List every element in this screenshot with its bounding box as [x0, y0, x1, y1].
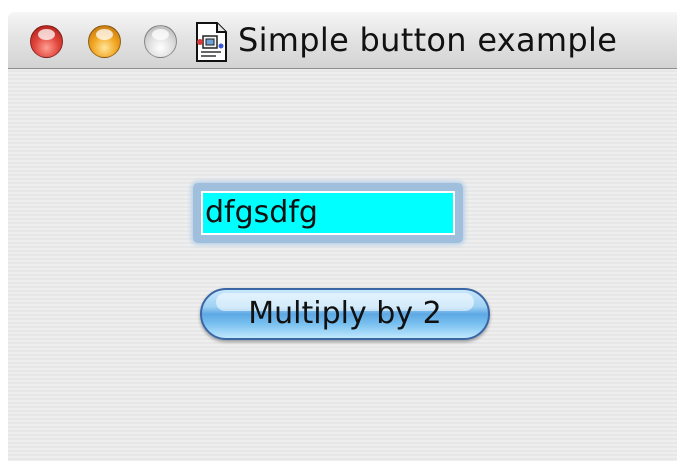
- minimize-button[interactable]: [88, 25, 121, 58]
- title-bar[interactable]: Simple button example: [8, 12, 677, 69]
- button-label: Multiply by 2: [248, 296, 442, 331]
- zoom-button[interactable]: [144, 25, 177, 58]
- document-icon: [196, 22, 227, 62]
- window-title: Simple button example: [238, 21, 618, 59]
- text-input[interactable]: dfgsdfg: [201, 191, 455, 235]
- app-window: Simple button example dfgsdfg Multiply b…: [8, 12, 677, 461]
- close-button[interactable]: [30, 25, 63, 58]
- multiply-by-2-button[interactable]: Multiply by 2: [200, 288, 490, 340]
- text-field-focus-ring: dfgsdfg: [193, 183, 463, 243]
